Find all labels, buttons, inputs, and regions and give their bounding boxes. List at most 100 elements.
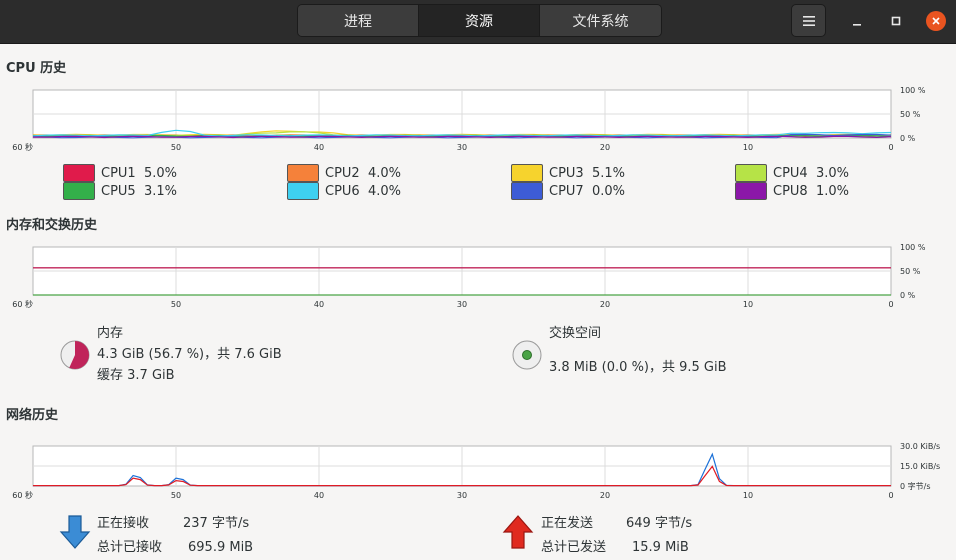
memory-cache: 缓存 3.7 GiB <box>97 368 175 383</box>
cpu-x-tick-label: 20 <box>600 143 610 152</box>
cpu-legend-item[interactable]: CPU3 5.1% <box>511 164 625 182</box>
network-history-chart: 30.0 KiB/s 15.0 KiB/s 0 字节/s 60 秒 50 40 30 20 10… <box>12 442 940 500</box>
cpu1-value: 5.0% <box>143 165 177 181</box>
cpu-legend-item[interactable]: CPU4 3.0% <box>735 164 849 182</box>
memory-x-tick-label: 60 秒 <box>12 299 33 309</box>
memory-history-chart: 100 % 50 % 0 % 60 秒 50 40 30 20 10 0 <box>12 243 926 309</box>
menu-button[interactable] <box>791 4 826 37</box>
memory-x-tick-label: 10 <box>743 300 753 309</box>
swap-value: 3.8 MiB (0.0 %)，共 9.5 GiB <box>549 360 727 375</box>
memory-y-tick-label: 100 % <box>900 243 926 252</box>
network-y-tick-label: 15.0 KiB/s <box>900 462 940 471</box>
network-y-tick-label: 30.0 KiB/s <box>900 442 940 451</box>
cpu7-color-swatch[interactable] <box>511 182 543 200</box>
tab-processes[interactable]: 进程 <box>298 5 419 36</box>
cpu5-color-swatch[interactable] <box>63 182 95 200</box>
network-x-tick-label: 40 <box>314 491 324 500</box>
cpu5-label: CPU5 <box>101 183 136 199</box>
cpu3-label: CPU3 <box>549 165 584 181</box>
cpu-y-tick-label: 100 % <box>900 86 926 95</box>
network-x-tick-label: 20 <box>600 491 610 500</box>
cpu2-color-swatch[interactable] <box>287 164 319 182</box>
memory-x-tick-label: 50 <box>171 300 181 309</box>
receiving-label: 正在接收 <box>97 516 150 531</box>
cpu2-value: 4.0% <box>367 165 401 181</box>
cpu-x-tick-label: 0 <box>888 143 893 152</box>
cpu3-color-swatch[interactable] <box>511 164 543 182</box>
cpu-legend-item[interactable]: CPU8 1.0% <box>735 182 849 200</box>
sending-label: 正在发送 <box>541 516 594 531</box>
close-icon <box>932 17 940 25</box>
memory-x-tick-label: 0 <box>888 300 893 309</box>
cpu-legend-item[interactable]: CPU7 0.0% <box>511 182 625 200</box>
hamburger-icon <box>802 15 815 26</box>
maximize-icon <box>891 16 901 26</box>
cpu-x-tick-label: 60 秒 <box>12 142 33 152</box>
swap-info: 交换空间 3.8 MiB (0.0 %)，共 9.5 GiB <box>549 325 727 376</box>
total-sent-value: 15.9 MiB <box>632 540 689 555</box>
cpu6-value: 4.0% <box>367 183 401 199</box>
cpu-x-tick-label: 40 <box>314 143 324 152</box>
cpu7-value: 0.0% <box>591 183 625 199</box>
network-x-tick-label: 10 <box>743 491 753 500</box>
cpu-legend-item[interactable]: CPU1 5.0% <box>63 164 177 182</box>
view-switcher: 进程 资源 文件系统 <box>297 4 662 37</box>
cpu6-label: CPU6 <box>325 183 360 199</box>
tab-filesystems[interactable]: 文件系统 <box>540 5 661 36</box>
cpu2-label: CPU2 <box>325 165 360 181</box>
memory-info: 内存 4.3 GiB (56.7 %)，共 7.6 GiB 缓存 3.7 GiB <box>97 325 282 384</box>
download-arrow-icon[interactable] <box>59 515 91 549</box>
cpu-history-title: CPU 历史 <box>6 61 67 76</box>
cpu1-color-swatch[interactable] <box>63 164 95 182</box>
memory-value: 4.3 GiB (56.7 %)，共 7.6 GiB <box>97 347 282 362</box>
cpu6-color-swatch[interactable] <box>287 182 319 200</box>
close-button[interactable] <box>926 11 946 31</box>
network-history-title: 网络历史 <box>6 408 59 423</box>
tab-resources[interactable]: 资源 <box>419 5 540 36</box>
network-x-tick-label: 50 <box>171 491 181 500</box>
total-sent-label: 总计已发送 <box>541 540 607 555</box>
receiving-rate: 237 字节/s <box>183 516 250 531</box>
memory-history-title: 内存和交换历史 <box>6 218 98 233</box>
receive-info: 正在接收 237 字节/s 总计已接收 695.9 MiB <box>97 513 253 558</box>
cpu-x-tick-label: 10 <box>743 143 753 152</box>
cpu-legend-item[interactable]: CPU2 4.0% <box>287 164 401 182</box>
total-received-value: 695.9 MiB <box>188 540 254 555</box>
upload-arrow-icon[interactable] <box>502 515 534 549</box>
minimize-button[interactable] <box>847 11 867 31</box>
network-x-tick-label: 30 <box>457 491 467 500</box>
sending-rate: 649 字节/s <box>626 516 693 531</box>
total-received-label: 总计已接收 <box>97 540 163 555</box>
network-x-tick-label: 60 秒 <box>12 490 33 500</box>
cpu3-value: 5.1% <box>591 165 625 181</box>
cpu8-label: CPU8 <box>773 183 808 199</box>
cpu8-value: 1.0% <box>815 183 849 199</box>
network-y-tick-label: 0 字节/s <box>900 481 931 491</box>
memory-pie-icon[interactable] <box>59 339 91 371</box>
memory-label: 内存 <box>97 326 124 341</box>
swap-pie-icon[interactable] <box>511 339 543 371</box>
memory-x-tick-label: 30 <box>457 300 467 309</box>
cpu-legend-item[interactable]: CPU6 4.0% <box>287 182 401 200</box>
cpu-y-tick-label: 50 % <box>900 110 921 119</box>
header-bar: 进程 资源 文件系统 <box>0 0 956 44</box>
cpu4-color-swatch[interactable] <box>735 164 767 182</box>
swap-label: 交换空间 <box>549 326 602 341</box>
cpu4-value: 3.0% <box>815 165 849 181</box>
memory-y-tick-label: 0 % <box>900 291 916 300</box>
memory-x-tick-label: 20 <box>600 300 610 309</box>
memory-y-tick-label: 50 % <box>900 267 921 276</box>
cpu7-label: CPU7 <box>549 183 584 199</box>
cpu-x-tick-label: 30 <box>457 143 467 152</box>
cpu-x-tick-label: 50 <box>171 143 181 152</box>
send-info: 正在发送 649 字节/s 总计已发送 15.9 MiB <box>541 513 692 558</box>
maximize-button[interactable] <box>886 11 906 31</box>
minimize-icon <box>853 24 861 26</box>
cpu-y-tick-label: 0 % <box>900 134 916 143</box>
network-x-tick-label: 0 <box>888 491 893 500</box>
cpu-history-chart: 100 % 50 % 0 % 60 秒 50 40 30 20 10 0 <box>12 86 926 152</box>
cpu-legend-item[interactable]: CPU5 3.1% <box>63 182 177 200</box>
cpu4-label: CPU4 <box>773 165 808 181</box>
cpu1-label: CPU1 <box>101 165 136 181</box>
cpu8-color-swatch[interactable] <box>735 182 767 200</box>
